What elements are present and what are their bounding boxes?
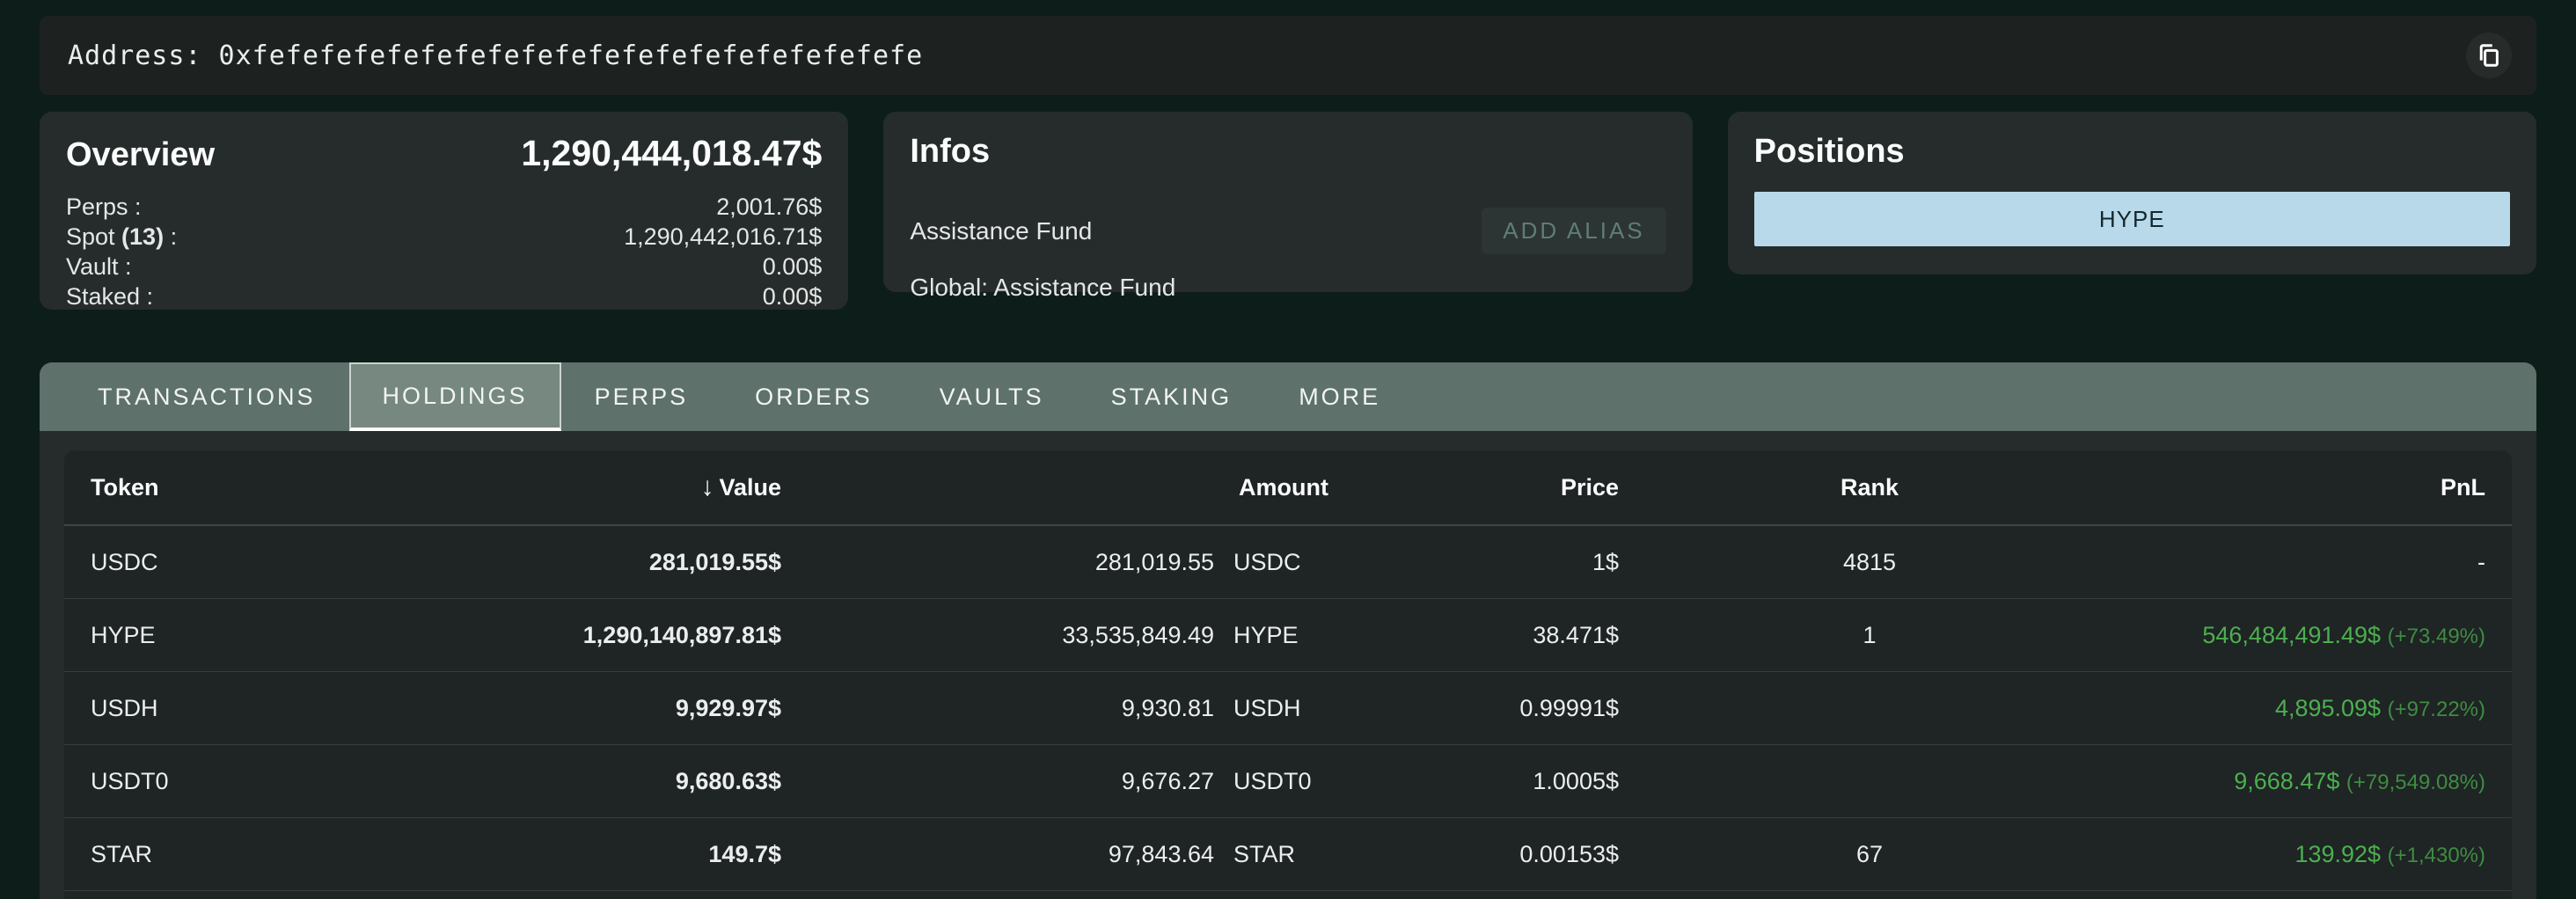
token-amount: 9,676.27 <box>781 768 1214 795</box>
token-amount: 9,930.81 <box>781 695 1214 722</box>
table-row[interactable]: STAR 149.7$ 97,843.64 STAR 0.00153$ 67 1… <box>64 818 2512 891</box>
token-pnl: 4,895.09$ (+97.22%) <box>2120 695 2485 722</box>
global-alias: Global: Assistance Fund <box>910 274 1665 302</box>
token-rank: 67 <box>1619 841 2120 868</box>
tab-staking[interactable]: STAKING <box>1078 362 1266 431</box>
alias-name: Assistance Fund <box>910 217 1092 245</box>
table-header-row: Token ↓Value Amount Price Rank PnL <box>64 450 2512 526</box>
perps-label: Perps : <box>66 192 142 222</box>
token-price: 1$ <box>1328 549 1619 576</box>
spot-label: Spot (13) : <box>66 222 177 252</box>
tab-more[interactable]: MORE <box>1265 362 1414 431</box>
table-row[interactable]: USDH 9,929.97$ 9,930.81 USDH 0.99991$ 4,… <box>64 672 2512 745</box>
overview-row-staked: Staked : 0.00$ <box>66 281 822 311</box>
token-pnl: 139.92$ (+1,430%) <box>2120 841 2485 868</box>
table-row[interactable]: USDT0 9,680.63$ 9,676.27 USDT0 1.0005$ 9… <box>64 745 2512 818</box>
overview-total-value: 1,290,444,018.47$ <box>521 133 822 174</box>
spot-value: 1,290,442,016.71$ <box>624 222 822 252</box>
token-symbol: USDC <box>1214 549 1328 576</box>
overview-card: Overview 1,290,444,018.47$ Perps : 2,001… <box>40 112 848 310</box>
token-price: 1.0005$ <box>1328 768 1619 795</box>
overview-title: Overview <box>66 136 215 174</box>
token-symbol: HYPE <box>1214 622 1328 649</box>
token-pnl: 546,484,491.49$ (+73.49%) <box>2120 622 2485 649</box>
perps-value: 2,001.76$ <box>716 192 822 222</box>
token-name: USDC <box>91 549 337 576</box>
vault-label: Vault : <box>66 252 132 281</box>
holdings-panel: Token ↓Value Amount Price Rank PnL USDC … <box>40 431 2536 899</box>
column-header-token: Token <box>91 474 337 501</box>
staked-label: Staked : <box>66 281 153 311</box>
token-pnl: 9,668.47$ (+79,549.08%) <box>2120 768 2485 795</box>
staked-value: 0.00$ <box>763 281 823 311</box>
column-header-price: Price <box>1328 474 1619 501</box>
token-rank: 4815 <box>1619 549 2120 576</box>
add-alias-button[interactable]: ADD ALIAS <box>1482 208 1665 254</box>
token-name: USDH <box>91 695 337 722</box>
sort-descending-icon: ↓ <box>700 472 714 501</box>
overview-row-spot: Spot (13) : 1,290,442,016.71$ <box>66 222 822 252</box>
token-value: 9,929.97$ <box>337 695 781 722</box>
table-row[interactable]: HYPE 1,290,140,897.81$ 33,535,849.49 HYP… <box>64 599 2512 672</box>
token-symbol: USDH <box>1214 695 1328 722</box>
tab-transactions[interactable]: TRANSACTIONS <box>64 362 349 431</box>
token-price: 0.99991$ <box>1328 695 1619 722</box>
infos-card: Infos Assistance Fund ADD ALIAS Global: … <box>883 112 1692 292</box>
table-row[interactable]: USDC 281,019.55$ 281,019.55 USDC 1$ 4815… <box>64 526 2512 599</box>
address-bar: Address: 0xfefefefefefefefefefefefefefef… <box>40 16 2536 95</box>
token-amount: 97,843.64 <box>781 841 1214 868</box>
tab-vaults[interactable]: VAULTS <box>906 362 1078 431</box>
column-header-amount: Amount <box>781 474 1328 501</box>
tab-holdings[interactable]: HOLDINGS <box>349 362 561 431</box>
token-rank: 1 <box>1619 622 2120 649</box>
vault-value: 0.00$ <box>763 252 823 281</box>
position-hype-button[interactable]: HYPE <box>1754 192 2510 246</box>
token-pnl: - <box>2120 549 2485 576</box>
tab-orders[interactable]: ORDERS <box>721 362 906 431</box>
copy-address-button[interactable] <box>2466 33 2512 78</box>
column-header-rank: Rank <box>1619 474 2120 501</box>
token-amount: 33,535,849.49 <box>781 622 1214 649</box>
token-symbol: USDT0 <box>1214 768 1328 795</box>
positions-title: Positions <box>1754 133 2510 171</box>
holdings-table: Token ↓Value Amount Price Rank PnL USDC … <box>64 450 2512 899</box>
token-name: STAR <box>91 841 337 868</box>
token-price: 38.471$ <box>1328 622 1619 649</box>
token-value: 9,680.63$ <box>337 768 781 795</box>
token-symbol: STAR <box>1214 841 1328 868</box>
overview-row-vault: Vault : 0.00$ <box>66 252 822 281</box>
copy-icon <box>2476 42 2502 69</box>
section-tabs: TRANSACTIONS HOLDINGS PERPS ORDERS VAULT… <box>40 362 2536 431</box>
overview-row-perps: Perps : 2,001.76$ <box>66 192 822 222</box>
address-text: Address: 0xfefefefefefefefefefefefefefef… <box>68 40 2466 71</box>
token-value: 281,019.55$ <box>337 549 781 576</box>
column-header-value[interactable]: ↓Value <box>337 472 781 502</box>
token-price: 0.00153$ <box>1328 841 1619 868</box>
tab-perps[interactable]: PERPS <box>561 362 722 431</box>
infos-title: Infos <box>910 133 1665 171</box>
token-value: 1,290,140,897.81$ <box>337 622 781 649</box>
summary-cards: Overview 1,290,444,018.47$ Perps : 2,001… <box>40 112 2536 310</box>
column-header-pnl: PnL <box>2120 474 2485 501</box>
token-name: HYPE <box>91 622 337 649</box>
token-amount: 281,019.55 <box>781 549 1214 576</box>
token-value: 149.7$ <box>337 841 781 868</box>
positions-card: Positions HYPE <box>1728 112 2536 274</box>
token-name: USDT0 <box>91 768 337 795</box>
